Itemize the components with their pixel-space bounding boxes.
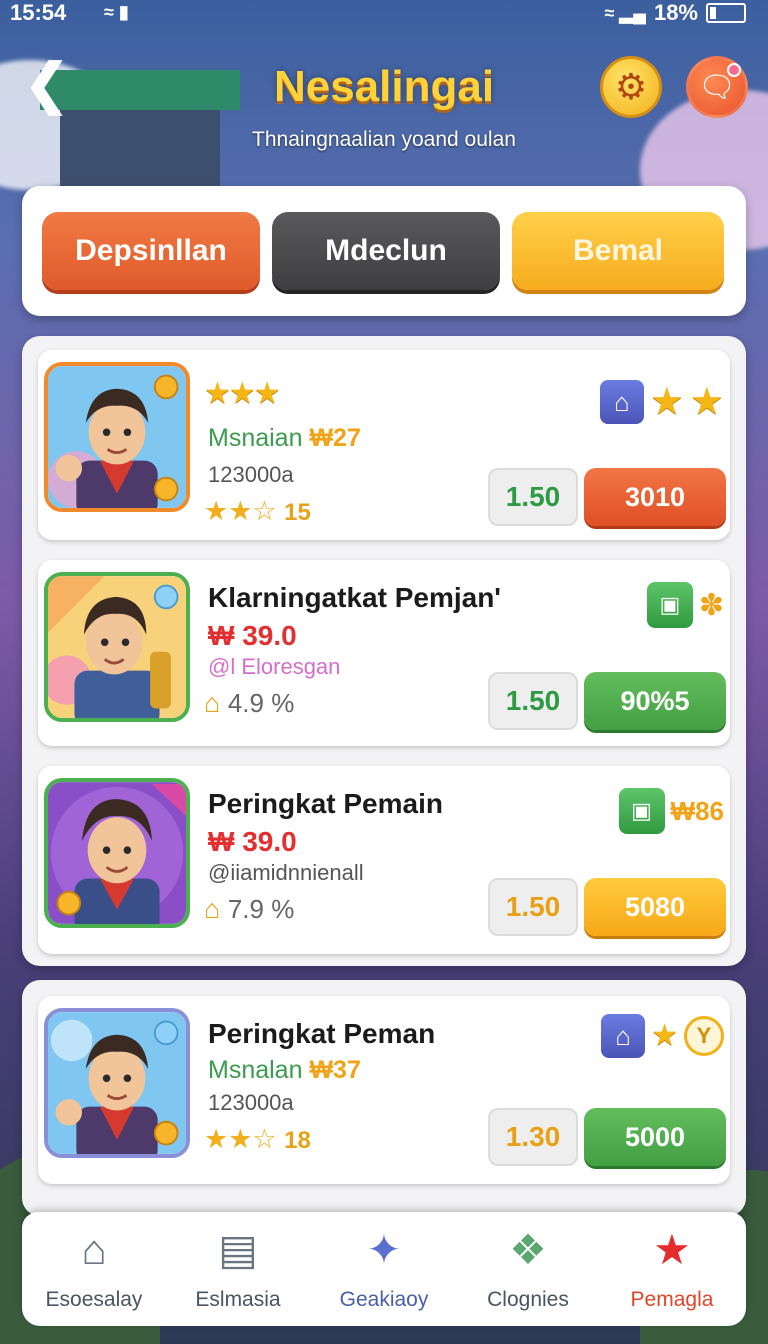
settings-button[interactable]: ⚙ <box>600 56 662 118</box>
list-item[interactable]: Klarningatkat Pemjan' ₩ 39.0 @l Eloresga… <box>38 560 730 746</box>
star-icon: ★ <box>653 1226 691 1273</box>
nav-label: Eslmasia <box>195 1288 281 1311</box>
battery-level: 18% <box>653 0 698 25</box>
star-icon: ★ <box>689 381 724 423</box>
star-rating: ★★★ <box>204 377 281 410</box>
home-icon: ⌂ <box>204 894 221 924</box>
bottom-navigation: ⌂ Esoesalay ▤ Eslmasia ✦ Geakiaoy ❖ Clog… <box>22 1212 746 1326</box>
status-time: 15:54 <box>10 0 67 25</box>
nav-item-pemagla[interactable]: ★ Pemagla <box>600 1226 744 1322</box>
player-portrait-icon <box>48 782 186 924</box>
player-handle: @iiamidnnienall <box>208 860 364 885</box>
player-title: Peringkat Peman <box>208 1018 436 1049</box>
player-title: Peringkat Pemain <box>208 788 443 819</box>
badge-count: ₩86 <box>670 795 724 826</box>
star-rating-small: ★★☆ <box>204 1124 277 1154</box>
avatar <box>44 1008 190 1158</box>
tab-bemal[interactable]: Bemal <box>512 212 724 290</box>
player-score: ₩27 <box>309 424 361 452</box>
player-id: 123000a <box>208 1090 294 1115</box>
star-icon: ★ <box>649 381 684 423</box>
player-portrait-icon <box>48 366 186 508</box>
nav-label: Geakiaoy <box>339 1288 429 1311</box>
list-item[interactable]: Peringkat Pemain ₩ 39.0 @iiamidnnienall … <box>38 766 730 954</box>
player-percent: 7.9 % <box>227 894 295 924</box>
nav-item-geakiaoy[interactable]: ✦ Geakiaoy <box>312 1226 456 1322</box>
nav-label: Clognies <box>487 1288 569 1311</box>
page-subtitle: Thnaingnaalian yoand oulan <box>252 128 516 151</box>
header: ❮ Nesalingai Thnaingnaalian yoand oulan … <box>0 48 768 151</box>
value-box: 1.50 <box>488 672 578 730</box>
document-icon: ▤ <box>218 1226 258 1273</box>
wifi-icon: ≈ ▮ <box>104 2 129 22</box>
nav-item-clognies[interactable]: ❖ Clognies <box>456 1226 600 1322</box>
badge-icon: ❖ <box>509 1226 547 1273</box>
player-title: Klarningatkat Pemjan' <box>208 582 501 613</box>
player-name: Msnaian <box>208 424 303 452</box>
avatar <box>44 572 190 722</box>
avatar <box>44 362 190 512</box>
status-bar: 15:54 ≈ ▮ ≈ ▂▄ 18% <box>0 0 768 28</box>
action-button[interactable]: 5080 <box>584 878 726 936</box>
action-button[interactable]: 3010 <box>584 468 726 526</box>
action-button[interactable]: 90%5 <box>584 672 726 730</box>
home-icon: ⌂ <box>204 688 221 718</box>
clock-icon: Y <box>684 1016 724 1056</box>
list-item[interactable]: ★★★ Msnaian ₩27 123000a ★★☆ 15 ⌂ ★ ★ 1.5… <box>38 350 730 540</box>
nav-item-esoesalay[interactable]: ⌂ Esoesalay <box>22 1226 166 1322</box>
value-box: 1.50 <box>488 468 578 526</box>
tab-depsinllan[interactable]: Depsinllan <box>42 212 260 290</box>
player-score: ₩37 <box>309 1056 361 1084</box>
tab-mdeclun[interactable]: Mdeclun <box>272 212 500 290</box>
nav-label: Esoesalay <box>45 1288 143 1311</box>
player-price: ₩ 39.0 <box>208 826 297 857</box>
player-id: 123000a <box>208 462 294 487</box>
player-handle: @l Eloresgan <box>208 654 341 679</box>
gift-box-icon: ▣ <box>646 582 693 628</box>
player-name: Msnalan <box>208 1056 303 1084</box>
player-portrait-icon <box>48 1012 186 1154</box>
list-item[interactable]: Peringkat Peman Msnalan ₩37 123000a ★★☆ … <box>38 996 730 1184</box>
gear-icon: ⚙ <box>614 66 648 107</box>
player-percent: 4.9 % <box>227 688 295 718</box>
rating-count: 18 <box>284 1127 311 1154</box>
nav-item-eslmasia[interactable]: ▤ Eslmasia <box>166 1226 310 1322</box>
tab-bar: Depsinllan Mdeclun Bemal <box>22 186 746 316</box>
player-price: ₩ 39.0 <box>208 620 297 651</box>
action-button[interactable]: 5000 <box>584 1108 726 1166</box>
star-icon: ★ <box>651 1019 678 1052</box>
signal-icon: ≈ ▂▄ <box>604 2 646 23</box>
home-icon: ⌂ <box>601 1014 646 1058</box>
player-portrait-icon <box>48 576 186 718</box>
home-icon: ⌂ <box>81 1226 107 1273</box>
fire-icon: ✽ <box>698 588 724 622</box>
battery-icon <box>706 3 746 23</box>
rocket-icon: ✦ <box>366 1226 402 1273</box>
chat-button[interactable]: 🗨 <box>686 56 748 118</box>
rating-count: 15 <box>284 499 311 526</box>
value-box: 1.50 <box>488 878 578 936</box>
star-rating-small: ★★☆ <box>204 496 277 526</box>
gift-box-icon: ▣ <box>618 788 665 834</box>
nav-label: Pemagla <box>630 1288 714 1311</box>
home-icon: ⌂ <box>599 380 644 424</box>
notification-dot <box>727 63 741 77</box>
avatar <box>44 778 190 928</box>
value-box: 1.30 <box>488 1108 578 1166</box>
